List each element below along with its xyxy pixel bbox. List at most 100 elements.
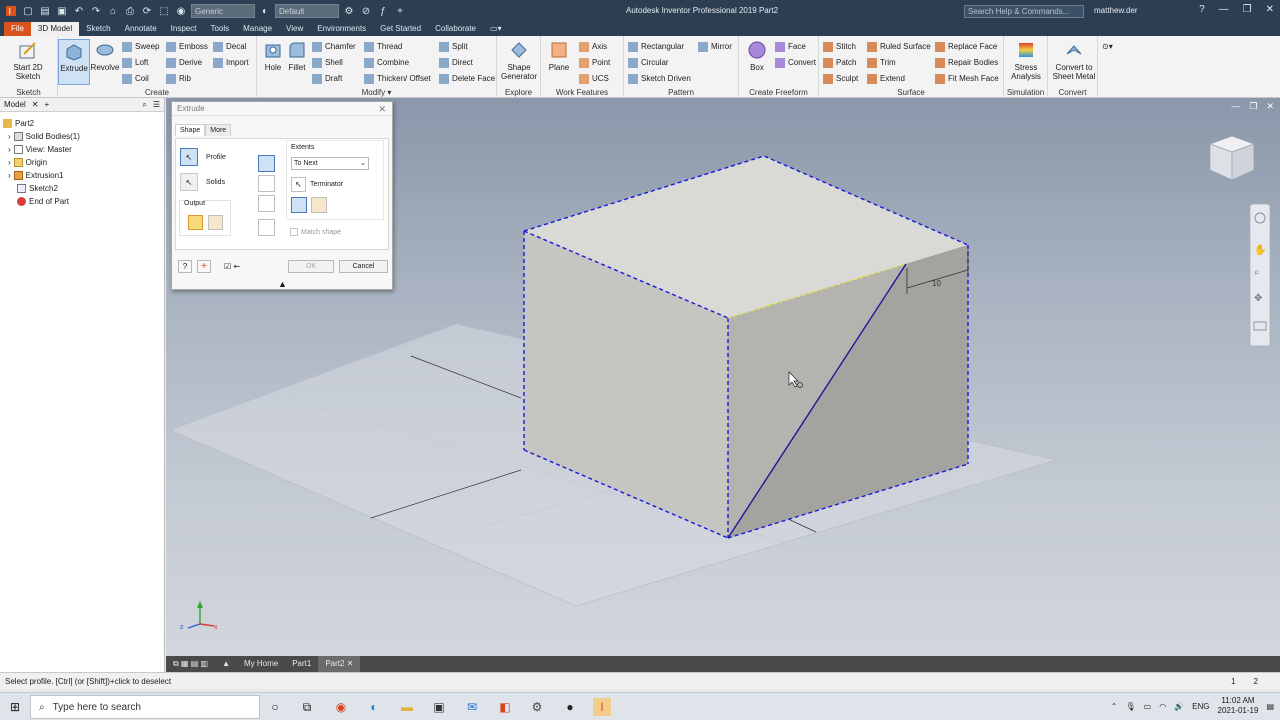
ok-button[interactable]: OK: [288, 260, 334, 273]
microphone-icon[interactable]: 🎙: [1126, 702, 1136, 711]
new-file-icon[interactable]: ▢: [21, 4, 35, 18]
minimize-icon[interactable]: —: [1219, 4, 1229, 15]
expand-icon[interactable]: ›: [8, 132, 11, 141]
volume-icon[interactable]: 🔊: [1174, 702, 1184, 711]
home-icon[interactable]: ⌂: [106, 4, 120, 18]
language-indicator[interactable]: ENG: [1192, 702, 1209, 711]
tab-view[interactable]: View: [279, 22, 310, 36]
terminator-pick-icon[interactable]: ↖: [291, 177, 306, 192]
loft-button[interactable]: Loft: [122, 56, 148, 69]
update-icon[interactable]: ⟳: [140, 4, 154, 18]
intersect-button[interactable]: [258, 195, 275, 212]
replace-face-button[interactable]: Replace Face: [935, 40, 997, 53]
store-icon[interactable]: ▣: [430, 698, 448, 716]
tabs-menu-icon[interactable]: ▲: [215, 656, 237, 672]
convert-sheet-metal-button[interactable]: Convert to Sheet Metal: [1052, 39, 1096, 85]
tab-shape[interactable]: Shape: [175, 124, 206, 136]
solid-output-button[interactable]: [188, 215, 203, 230]
clear-icon[interactable]: ⊘: [359, 4, 373, 18]
dimension-value[interactable]: 10: [932, 279, 941, 288]
mail-icon[interactable]: ✉: [463, 698, 481, 716]
mirror-button[interactable]: Mirror: [698, 40, 732, 53]
expand-dialog-icon[interactable]: ▲: [278, 279, 287, 289]
expand-icon[interactable]: ›: [8, 158, 11, 167]
revolve-button[interactable]: Revolve: [89, 39, 121, 85]
thicken-offset-button[interactable]: Thicken/ Offset: [364, 72, 431, 85]
panel-title-modify[interactable]: Modify ▾: [257, 88, 496, 97]
redo-icon[interactable]: ↷: [89, 4, 103, 18]
tab-get-started[interactable]: Get Started: [373, 22, 428, 36]
import-button[interactable]: Import: [213, 56, 249, 69]
app-menu-icon[interactable]: I: [4, 4, 18, 18]
profile-selector[interactable]: ↖ Profile: [180, 148, 226, 166]
extrude-button[interactable]: Extrude: [58, 39, 90, 85]
add-tab-icon[interactable]: +: [45, 100, 50, 109]
repair-bodies-button[interactable]: Repair Bodies: [935, 56, 998, 69]
surface-output-button[interactable]: [208, 215, 223, 230]
terminator-selector[interactable]: ↖ Terminator: [291, 177, 343, 192]
save-icon[interactable]: ▣: [55, 4, 69, 18]
extend-button[interactable]: Extend: [867, 72, 905, 85]
help-search-input[interactable]: Search Help & Commands...: [964, 5, 1084, 18]
appearance-select[interactable]: Default: [275, 4, 339, 18]
minimize-icon[interactable]: —: [1231, 101, 1240, 112]
stress-analysis-button[interactable]: Stress Analysis: [1008, 39, 1044, 85]
help-button[interactable]: ?: [178, 260, 192, 273]
doc-tab-part1[interactable]: Part1: [285, 656, 318, 672]
delete-face-button[interactable]: Delete Face: [439, 72, 495, 85]
freeform-convert-button[interactable]: Convert: [775, 56, 816, 69]
draft-button[interactable]: Draft: [312, 72, 342, 85]
coil-button[interactable]: Coil: [122, 72, 149, 85]
sweep-button[interactable]: Sweep: [122, 40, 159, 53]
start-sketch-button[interactable]: Start 2D Sketch: [12, 39, 44, 85]
derive-button[interactable]: Derive: [166, 56, 202, 69]
sculpt-button[interactable]: Sculpt: [823, 72, 858, 85]
dialog-title[interactable]: Extrude: [172, 102, 392, 116]
tab-sketch[interactable]: Sketch: [79, 22, 117, 36]
fx-icon[interactable]: ƒ: [376, 4, 390, 18]
preview-toggle[interactable]: ☑ ⇜: [224, 262, 240, 271]
cut-button[interactable]: [258, 175, 275, 192]
freeform-box-button[interactable]: Box: [741, 39, 773, 85]
search-icon[interactable]: ⌕: [142, 100, 146, 110]
chrome-icon[interactable]: ◉: [332, 698, 350, 716]
tab-model[interactable]: Model: [4, 100, 26, 109]
file-explorer-icon[interactable]: ▬: [398, 698, 416, 716]
restore-icon[interactable]: ❐: [1243, 4, 1252, 15]
tree-item-sketch2[interactable]: Sketch2: [8, 182, 58, 194]
inventor-icon[interactable]: I: [593, 698, 611, 716]
decal-button[interactable]: Decal: [213, 40, 246, 53]
print-icon[interactable]: ⎙: [123, 4, 137, 18]
restore-icon[interactable]: ❐: [1249, 101, 1257, 112]
edge-icon[interactable]: ◐: [365, 698, 383, 716]
tab-environments[interactable]: Environments: [310, 22, 373, 36]
new-solid-button[interactable]: [258, 219, 275, 236]
zoom-icon[interactable]: ⌕: [1254, 267, 1260, 278]
tree-item-view-master[interactable]: › View: Master: [8, 143, 72, 155]
rectangular-pattern-button[interactable]: Rectangular: [628, 40, 684, 53]
add-icon[interactable]: +: [197, 260, 211, 273]
settings-gear-icon[interactable]: ⚙: [528, 698, 546, 716]
adjust-icon[interactable]: ⚙: [342, 4, 356, 18]
fit-mesh-face-button[interactable]: Fit Mesh Face: [935, 72, 999, 85]
tree-item-origin[interactable]: › Origin: [8, 156, 47, 168]
join-button[interactable]: [258, 155, 275, 172]
tree-item-extrusion1[interactable]: › Extrusion1: [8, 169, 63, 181]
shape-generator-button[interactable]: Shape Generator: [501, 39, 537, 85]
profile-pick-icon[interactable]: ↖: [180, 148, 198, 166]
doc-tab-my-home[interactable]: My Home: [237, 656, 285, 672]
taskbar-search-input[interactable]: ⌕ Type here to search: [30, 695, 260, 719]
stitch-button[interactable]: Stitch: [823, 40, 856, 53]
expand-icon[interactable]: ›: [8, 171, 11, 180]
direction-2-button[interactable]: [311, 197, 327, 213]
windows-start-icon[interactable]: ⊞: [6, 698, 24, 716]
tree-item-end-of-part[interactable]: End of Part: [8, 195, 69, 207]
add-icon[interactable]: +: [393, 4, 407, 18]
solids-selector[interactable]: ↖ Solids: [180, 173, 225, 191]
help-icon[interactable]: ?: [1199, 4, 1205, 15]
office-icon[interactable]: ◧: [496, 698, 514, 716]
split-button[interactable]: Split: [439, 40, 468, 53]
ruled-surface-button[interactable]: Ruled Surface: [867, 40, 931, 53]
tab-manage[interactable]: Manage: [236, 22, 279, 36]
close-icon[interactable]: ✕: [1266, 4, 1274, 15]
